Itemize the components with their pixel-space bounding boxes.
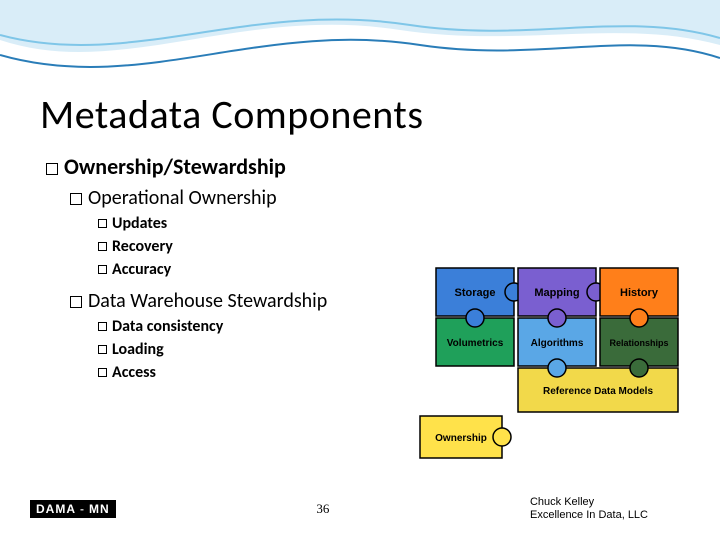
item-text: Accuracy	[112, 260, 171, 279]
logo-text-left: DAMA	[36, 502, 76, 516]
item-text: Recovery	[112, 237, 173, 256]
puzzle-label: Storage	[455, 287, 496, 299]
item-text: Access	[112, 363, 156, 382]
bullet-box-icon	[98, 322, 107, 331]
heading-ownership-stewardship: Ownership/Stewardship	[46, 153, 680, 180]
level2-text: Operational Ownership	[88, 186, 277, 210]
footer: DAMA - MN 36 Chuck Kelley Excellence In …	[0, 496, 720, 522]
logo-dash: -	[80, 502, 85, 516]
bullet-box-icon	[70, 193, 82, 205]
bullet-box-icon	[70, 296, 82, 308]
puzzle-label: Volumetrics	[447, 338, 504, 349]
bullet-box-icon	[46, 163, 58, 175]
level2-text: Data Warehouse Stewardship	[88, 289, 327, 313]
list-item: Recovery	[98, 237, 680, 256]
credit-block: Chuck Kelley Excellence In Data, LLC	[530, 496, 690, 522]
level1-text: Ownership/Stewardship	[64, 153, 286, 180]
item-text: Data consistency	[112, 317, 223, 336]
credit-line2: Excellence In Data, LLC	[530, 509, 690, 522]
bullet-box-icon	[98, 265, 107, 274]
page-number: 36	[316, 501, 329, 517]
item-text: Loading	[112, 340, 164, 359]
puzzle-piece-reference-data-models: Reference Data Models	[518, 359, 678, 412]
puzzle-label: Mapping	[534, 287, 579, 299]
puzzle-label: Algorithms	[531, 338, 584, 349]
puzzle-piece-mapping: Mapping	[518, 268, 605, 316]
puzzle-piece-ownership: Ownership	[420, 416, 511, 458]
puzzle-piece-volumetrics: Volumetrics	[436, 309, 514, 366]
puzzle-label: Reference Data Models	[543, 386, 653, 397]
puzzle-piece-algorithms: Algorithms	[518, 309, 596, 366]
puzzle-label: Ownership	[435, 433, 487, 444]
bullet-box-icon	[98, 219, 107, 228]
dama-logo: DAMA - MN	[30, 500, 116, 518]
puzzle-label: History	[620, 287, 659, 299]
logo-text-right: MN	[89, 502, 110, 516]
page-title: Metadata Components	[40, 90, 680, 139]
puzzle-graphic: Storage Mapping History Volumetrics Algo…	[418, 260, 698, 470]
heading-operational-ownership: Operational Ownership	[70, 186, 680, 210]
puzzle-piece-storage: Storage	[436, 268, 523, 316]
bullet-box-icon	[98, 345, 107, 354]
slide: Metadata Components Ownership/Stewardshi…	[0, 0, 720, 540]
bullet-box-icon	[98, 242, 107, 251]
list-item: Updates	[98, 214, 680, 233]
item-text: Updates	[112, 214, 167, 233]
puzzle-piece-relationships: Relationships	[600, 309, 678, 366]
credit-line1: Chuck Kelley	[530, 496, 690, 509]
bullet-box-icon	[98, 368, 107, 377]
puzzle-label: Relationships	[609, 338, 668, 348]
